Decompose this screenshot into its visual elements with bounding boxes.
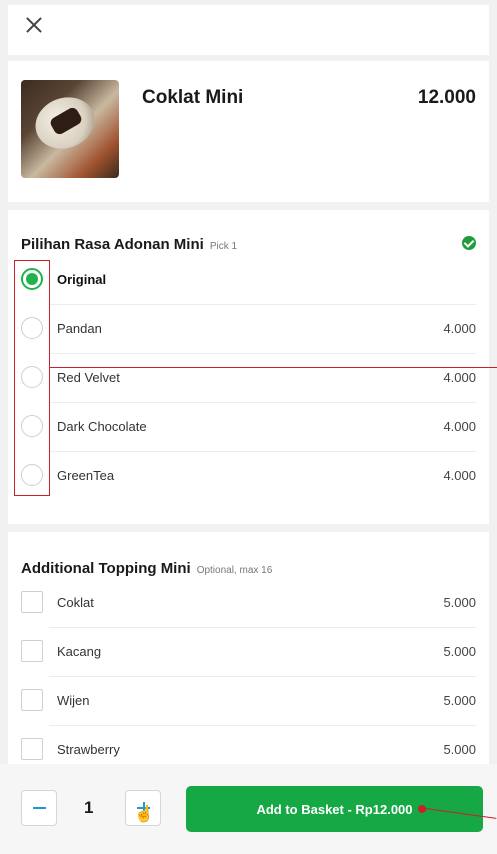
option-price: 4.000: [443, 321, 476, 336]
radio-icon[interactable]: [21, 415, 43, 437]
radio-icon[interactable]: [21, 317, 43, 339]
topping-section-title: Additional Topping Mini Optional, max 16: [21, 560, 272, 577]
option-price: 5.000: [443, 644, 476, 659]
rasa-subtitle: Pick 1: [209, 241, 238, 252]
product-name: Coklat Mini: [142, 87, 244, 108]
topping-option-coklat[interactable]: Coklat 5.000: [8, 579, 489, 628]
radio-icon[interactable]: [21, 464, 43, 486]
topping-subtitle: Optional, max 16: [196, 565, 273, 576]
option-price: 4.000: [443, 468, 476, 483]
option-label: Pandan: [57, 321, 102, 336]
check-circle-icon: [462, 236, 476, 250]
option-price: 5.000: [443, 742, 476, 757]
product-summary: Coklat Mini 12.000: [8, 61, 489, 202]
checkbox-icon[interactable]: [21, 689, 43, 711]
rasa-option-pandan[interactable]: Pandan 4.000: [8, 305, 489, 354]
basket-footer: 1 ☝ Add to Basket - Rp12.000: [0, 764, 497, 854]
topping-title: Additional Topping Mini: [21, 560, 191, 577]
option-label: Strawberry: [57, 742, 120, 757]
product-image: [21, 80, 119, 178]
topping-option-kacang[interactable]: Kacang 5.000: [8, 628, 489, 677]
option-label: Original: [57, 272, 107, 287]
option-price: 4.000: [443, 419, 476, 434]
top-bar: [8, 5, 489, 55]
option-label: Wijen: [57, 693, 90, 708]
product-price: 12.000: [417, 87, 476, 108]
option-label: Red Velvet: [57, 370, 120, 385]
option-label: Coklat: [57, 595, 94, 610]
rasa-section-title: Pilihan Rasa Adonan Mini Pick 1: [21, 236, 237, 253]
rasa-option-red-velvet[interactable]: Red Velvet 4.000: [8, 354, 489, 403]
rasa-section: Pilihan Rasa Adonan Mini Pick 1 Original …: [8, 210, 489, 524]
radio-selected-icon[interactable]: [21, 268, 43, 290]
rasa-option-original[interactable]: Original: [8, 256, 489, 305]
option-label: GreenTea: [57, 468, 115, 483]
rasa-title: Pilihan Rasa Adonan Mini: [21, 236, 204, 253]
decrease-quantity-button[interactable]: [21, 790, 57, 826]
checkbox-icon[interactable]: [21, 591, 43, 613]
option-price: 5.000: [443, 595, 476, 610]
option-label: Dark Chocolate: [57, 419, 147, 434]
quantity-value: 1: [84, 798, 94, 817]
topping-option-wijen[interactable]: Wijen 5.000: [8, 677, 489, 726]
checkbox-icon[interactable]: [21, 640, 43, 662]
rasa-option-dark-chocolate[interactable]: Dark Chocolate 4.000: [8, 403, 489, 452]
option-price: 5.000: [443, 693, 476, 708]
radio-icon[interactable]: [21, 366, 43, 388]
option-price: 4.000: [443, 370, 476, 385]
checkbox-icon[interactable]: [21, 738, 43, 760]
option-label: Kacang: [57, 644, 102, 659]
topping-section: Additional Topping Mini Optional, max 16 …: [8, 532, 489, 764]
add-to-basket-button[interactable]: Add to Basket - Rp12.000: [186, 786, 483, 832]
rasa-option-greentea[interactable]: GreenTea 4.000: [8, 452, 489, 501]
close-icon[interactable]: [24, 15, 44, 35]
hand-cursor-icon: ☝: [134, 806, 154, 823]
